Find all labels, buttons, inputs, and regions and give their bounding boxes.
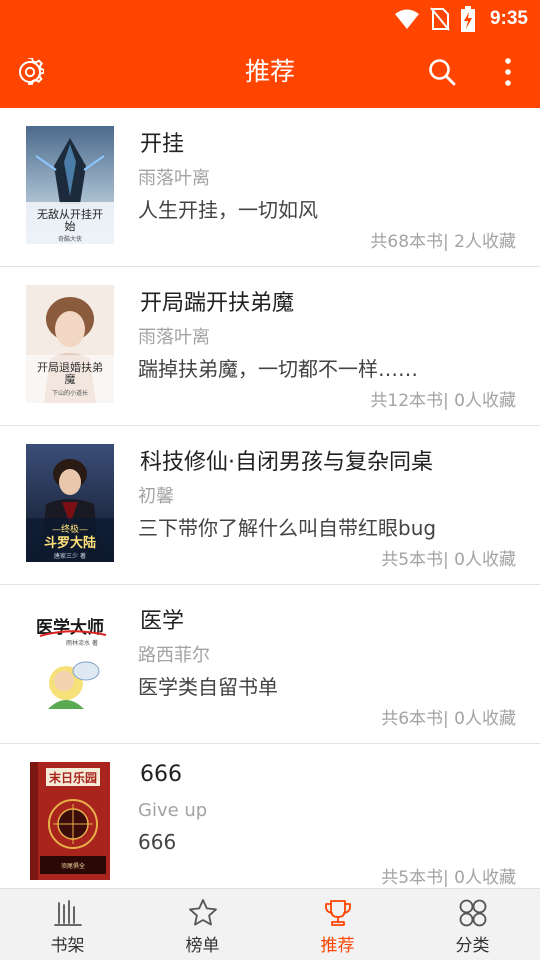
book-cover: —终极— 斗罗大陆 唐家三少 著: [26, 444, 114, 562]
book-count: 共12本书: [370, 391, 444, 411]
booklist-stats: 共12本书| 0人收藏: [370, 386, 516, 411]
no-sim-icon: [430, 7, 450, 31]
booklist-title: 科技修仙·自闭男孩与复杂同桌: [140, 450, 433, 475]
cover-title-line: 始: [65, 219, 76, 233]
cover-title-line: 无敌从开挂开: [37, 207, 103, 221]
book-count: 共68本书: [370, 232, 444, 252]
booklist-item[interactable]: 末日乐园 须尾俱全 666 Give up 666 共5本书| 0人收藏: [0, 744, 540, 888]
cover-title-line: 末日乐园: [49, 770, 97, 785]
more-vert-icon: [505, 58, 511, 86]
favorite-count: 0人收藏: [454, 709, 516, 729]
booklist-list: 无敌从开挂开 始 奇酷大侠 开挂 雨落叶离 人生开挂，一切如风 共68本书| 2…: [0, 108, 540, 888]
status-bar: 9:35: [0, 0, 540, 36]
status-icons: 9:35: [394, 6, 528, 32]
tab-ranking[interactable]: 榜单: [135, 889, 270, 960]
cover-title-line: 开局退婚扶弟: [37, 360, 103, 374]
tab-label: 榜单: [185, 936, 220, 956]
tab-bookshelf[interactable]: 书架: [0, 889, 135, 960]
book-cover: 无敌从开挂开 始 奇酷大侠: [26, 126, 114, 244]
cover-author: 唐家三少 著: [54, 552, 86, 560]
booklist-description: 踹掉扶弟魔，一切都不一样……: [138, 357, 418, 381]
tab-label: 推荐: [320, 936, 355, 956]
booklist-item[interactable]: 开局退婚扶弟 魔 下山的小道长 开局踹开扶弟魔 雨落叶离 踹掉扶弟魔，一切都不一…: [0, 267, 540, 426]
stats-separator: |: [443, 550, 449, 570]
booklist-stats: 共68本书| 2人收藏: [370, 227, 516, 252]
booklist-author: 路西菲尔: [138, 645, 210, 666]
booklist-item[interactable]: 医学大师 雨林流水 著 医学 路西菲尔 医学类自留书单 共6本书| 0人收藏: [0, 585, 540, 744]
book-count: 共6本书: [381, 709, 444, 729]
booklist-title: 开挂: [140, 132, 185, 157]
booklist-description: 人生开挂，一切如风: [138, 198, 318, 222]
star-icon: [188, 899, 217, 926]
cover-author: 下山的小道长: [52, 389, 88, 397]
booklist-description: 医学类自留书单: [138, 675, 278, 699]
favorite-count: 0人收藏: [454, 391, 516, 411]
booklist-title: 666: [140, 762, 182, 787]
booklist-description: 666: [138, 830, 177, 854]
cover-title-line: 魔: [65, 372, 76, 386]
favorite-count: 2人收藏: [454, 232, 516, 252]
app-bar: 推荐: [0, 36, 540, 108]
book-count: 共5本书: [381, 868, 444, 888]
stats-separator: |: [443, 709, 449, 729]
tab-label: 分类: [455, 936, 490, 956]
booklist-title: 医学: [140, 609, 185, 634]
tab-recommend[interactable]: 推荐: [270, 889, 405, 960]
cover-author: 奇酷大侠: [58, 235, 82, 243]
book-count: 共5本书: [381, 550, 444, 570]
tab-category[interactable]: 分类: [405, 889, 540, 960]
more-options-button[interactable]: [488, 52, 528, 92]
booklist-item[interactable]: —终极— 斗罗大陆 唐家三少 著 科技修仙·自闭男孩与复杂同桌 初馨 三下带你了…: [0, 426, 540, 585]
book-cover: 医学大师 雨林流水 著: [26, 603, 114, 721]
cover-title-line: 斗罗大陆: [44, 535, 96, 551]
stats-separator: |: [443, 868, 449, 888]
settings-button[interactable]: [10, 52, 50, 92]
cover-author: 须尾俱全: [61, 862, 85, 870]
book-cover: 末日乐园 须尾俱全: [26, 762, 114, 880]
booklist-author: 雨落叶离: [138, 168, 210, 189]
booklist-stats: 共5本书| 0人收藏: [381, 545, 516, 570]
category-grid-icon: [459, 899, 486, 927]
booklist-stats: 共5本书| 0人收藏: [381, 863, 516, 888]
trophy-icon: [324, 900, 351, 926]
wifi-icon: [394, 9, 419, 29]
bottom-navigation: 书架 榜单 推荐 分类: [0, 888, 540, 960]
cover-title-line: —终极—: [52, 523, 88, 535]
booklist-description: 三下带你了解什么叫自带红眼bug: [138, 516, 437, 540]
favorite-count: 0人收藏: [454, 550, 516, 570]
booklist-author: 初馨: [138, 486, 174, 507]
stats-separator: |: [443, 232, 449, 252]
status-time: 9:35: [489, 8, 528, 29]
booklist-author: 雨落叶离: [138, 327, 210, 348]
search-button[interactable]: [422, 52, 462, 92]
cover-author: 雨林流水 著: [66, 639, 98, 647]
booklist-stats: 共6本书| 0人收藏: [381, 704, 516, 729]
search-icon: [429, 59, 456, 86]
battery-charging-icon: [460, 6, 475, 32]
favorite-count: 0人收藏: [454, 868, 516, 888]
bookshelf-icon: [53, 900, 82, 926]
tab-label: 书架: [50, 936, 85, 956]
booklist-item[interactable]: 无敌从开挂开 始 奇酷大侠 开挂 雨落叶离 人生开挂，一切如风 共68本书| 2…: [0, 108, 540, 267]
booklist-author: Give up: [138, 800, 208, 821]
booklist-title: 开局踹开扶弟魔: [140, 291, 295, 316]
gear-icon: [19, 58, 44, 85]
stats-separator: |: [443, 391, 449, 411]
book-cover: 开局退婚扶弟 魔 下山的小道长: [26, 285, 114, 403]
